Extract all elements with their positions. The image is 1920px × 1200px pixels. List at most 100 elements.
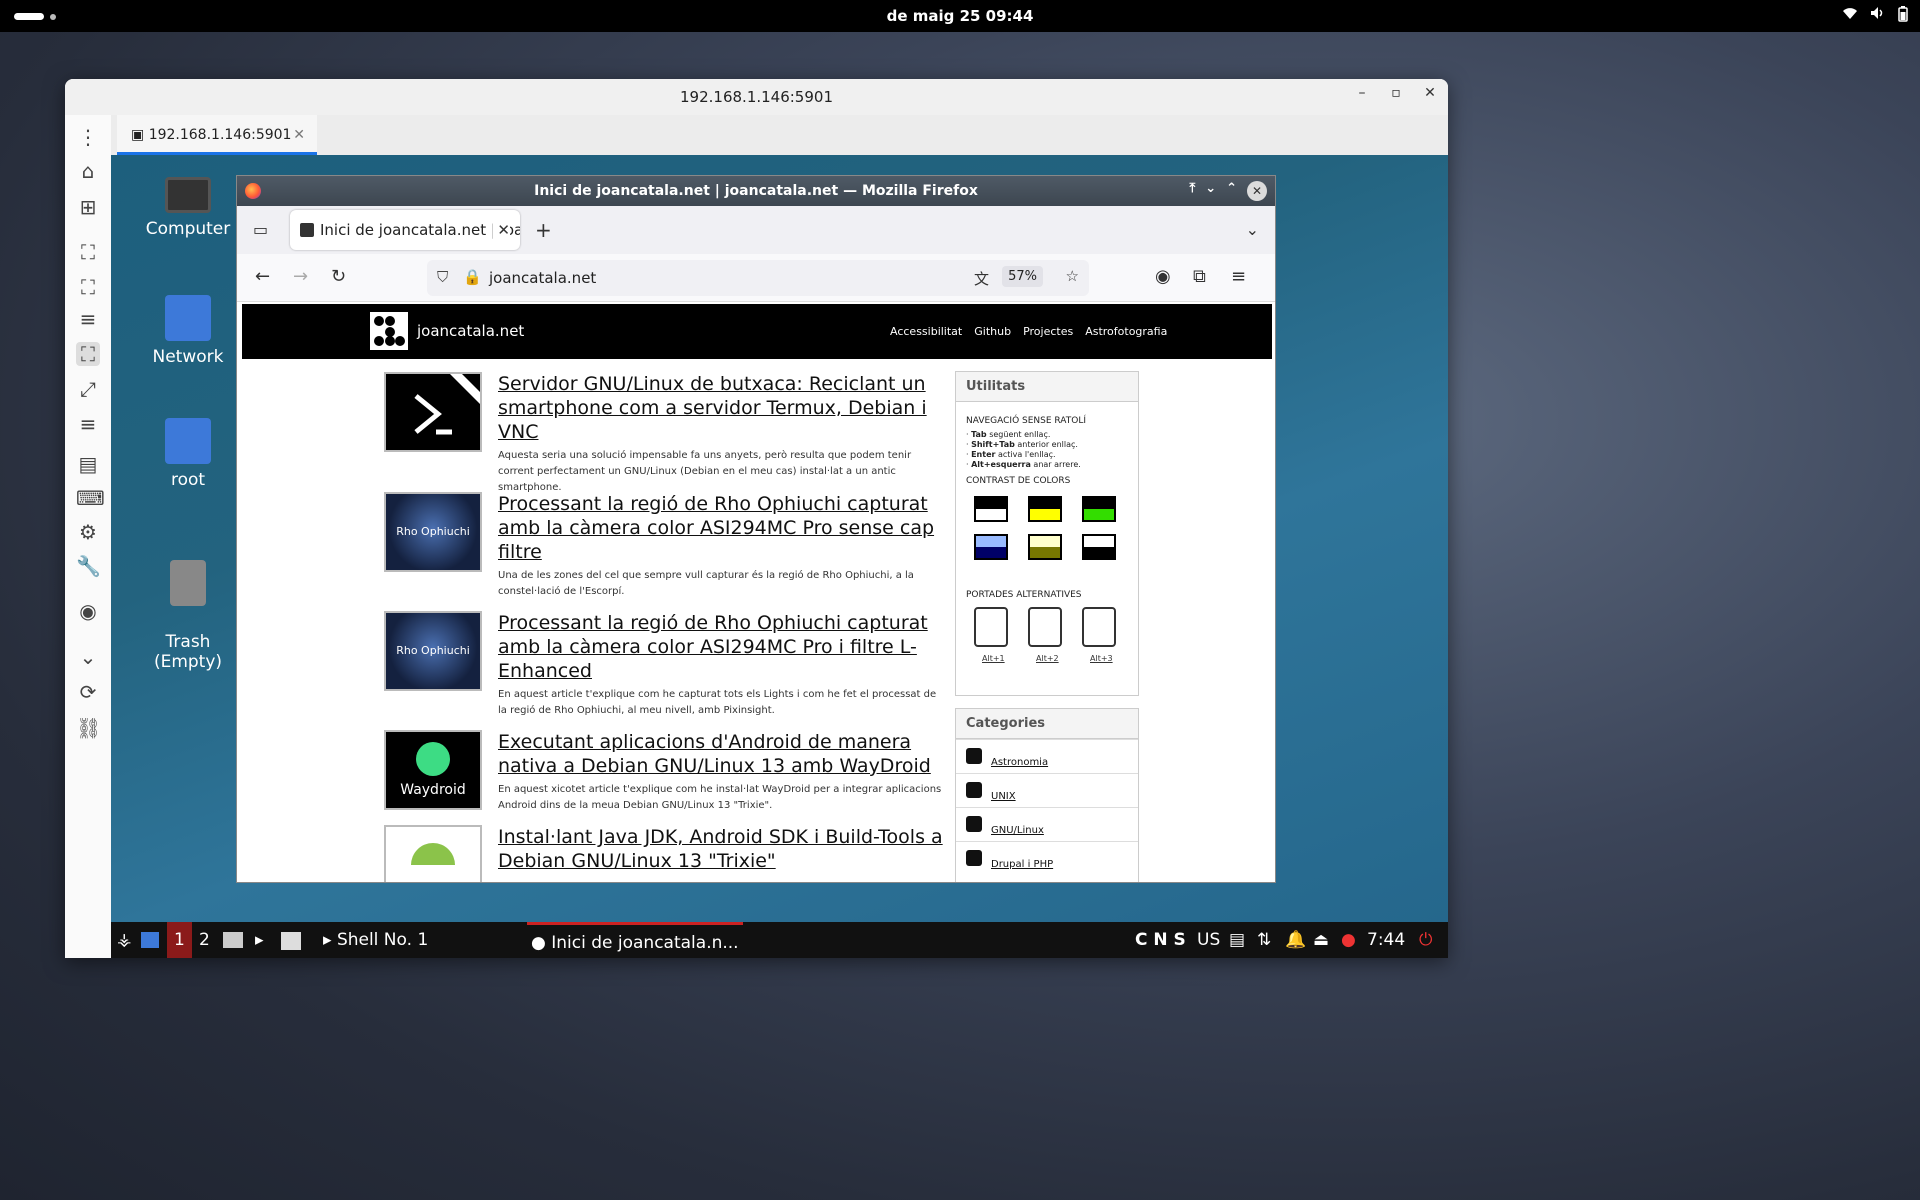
category-link[interactable]: GNU/Linux: [956, 807, 1138, 841]
rss-icon[interactable]: [966, 782, 982, 798]
refresh-icon[interactable]: ⟳: [76, 680, 100, 704]
shade-icon[interactable]: ⤒: [1189, 181, 1195, 201]
desktop-icon-computer[interactable]: Computer: [133, 177, 243, 239]
maximize-icon[interactable]: ▫: [1386, 85, 1406, 101]
screenshot-icon[interactable]: ◉: [76, 599, 100, 623]
desktop-icon-trash[interactable]: Trash (Empty): [133, 540, 243, 692]
category-link[interactable]: Drupal i PHP: [956, 841, 1138, 875]
new-connection-icon[interactable]: ⊞: [76, 195, 100, 219]
desktop-icon-network[interactable]: Network: [133, 295, 243, 367]
nav-link-github[interactable]: Github: [974, 325, 1011, 338]
whisker-menu-icon[interactable]: ⚶: [117, 930, 131, 950]
notifications-icon[interactable]: 🔔: [1285, 930, 1306, 950]
keyboard-layout-indicator[interactable]: US: [1197, 930, 1220, 950]
fit-window-icon[interactable]: ⛶: [76, 240, 100, 264]
rss-icon[interactable]: [966, 816, 982, 832]
post-thumbnail[interactable]: [384, 825, 482, 882]
category-link[interactable]: UNIX: [956, 773, 1138, 807]
site-name[interactable]: joancatala.net: [417, 322, 524, 340]
reload-icon[interactable]: ↻: [331, 266, 346, 287]
viewer-tab[interactable]: ▣ 192.168.1.146:5901 ✕: [117, 115, 317, 155]
text-editor-icon[interactable]: [281, 932, 301, 950]
post-title-link[interactable]: Servidor GNU/Linux de butxaca: Reciclant…: [498, 372, 948, 444]
home-icon[interactable]: ⌂: [76, 159, 100, 183]
alt-layout-link[interactable]: Alt+3: [1090, 654, 1113, 663]
maximize-icon[interactable]: ⌃: [1226, 181, 1237, 201]
window-icon[interactable]: ▤: [76, 452, 100, 476]
eject-icon[interactable]: ⏏: [1313, 930, 1329, 950]
account-icon[interactable]: ◉: [1155, 266, 1171, 287]
workspace-button-1[interactable]: 1: [167, 922, 192, 958]
zoom-indicator[interactable]: 57%: [1002, 266, 1043, 287]
bookmark-star-icon[interactable]: ☆: [1066, 267, 1079, 285]
minimize-icon[interactable]: ⌄: [1205, 181, 1216, 201]
taskbar-item-firefox[interactable]: ● Inici de joancatala.n...: [527, 922, 743, 958]
nav-link-astrofotografia[interactable]: Astrofotografia: [1085, 325, 1167, 338]
post-thumbnail[interactable]: Waydroid: [384, 730, 482, 810]
post-thumbnail[interactable]: Rho Ophiuchi: [384, 492, 482, 572]
translate-icon[interactable]: 文: [974, 268, 989, 289]
tab-groups-icon[interactable]: ▭: [253, 220, 268, 239]
desktop-icon-root[interactable]: root: [133, 418, 243, 490]
post-title-link[interactable]: Processant la regió de Rho Ophiuchi capt…: [498, 492, 948, 564]
close-icon[interactable]: ✕: [1247, 181, 1267, 201]
keyboard-icon[interactable]: ⌨: [76, 486, 105, 510]
clock[interactable]: de maig 25 09:44: [0, 7, 1920, 25]
remote-desktop[interactable]: Computer Network root Trash (Empty) Inic…: [111, 155, 1448, 958]
rss-icon[interactable]: [966, 748, 982, 764]
fullscreen-icon[interactable]: ⛶: [76, 275, 100, 299]
back-icon[interactable]: ←: [255, 266, 270, 287]
contrast-swatch[interactable]: [974, 496, 1008, 522]
viewer-titlebar[interactable]: 192.168.1.146:5901 – ▫ ✕: [65, 79, 1448, 115]
show-desktop-icon[interactable]: [141, 932, 159, 948]
site-logo-icon[interactable]: [370, 312, 408, 350]
resize-icon[interactable]: ⤢: [76, 377, 100, 401]
contrast-swatch[interactable]: [974, 534, 1008, 560]
chevron-down-icon[interactable]: ⌄: [76, 645, 100, 669]
forward-icon[interactable]: →: [293, 266, 308, 287]
list-layout-icon[interactable]: [974, 607, 1008, 647]
alt-layout-link[interactable]: Alt+1: [982, 654, 1005, 663]
post-title-link[interactable]: Instal·lant Java JDK, Android SDK i Buil…: [498, 825, 948, 873]
rss-icon[interactable]: [966, 850, 982, 866]
extensions-icon[interactable]: ⧉: [1193, 266, 1206, 287]
updates-alert-icon[interactable]: ●: [1341, 930, 1356, 950]
power-icon[interactable]: ⏻: [1419, 930, 1432, 950]
taskbar-item-shell[interactable]: ▸ Shell No. 1: [323, 930, 428, 950]
contrast-swatch[interactable]: [1082, 534, 1116, 560]
minimize-icon[interactable]: –: [1352, 85, 1372, 101]
system-tray[interactable]: [1842, 6, 1908, 26]
network-icon[interactable]: ⇅: [1257, 930, 1271, 950]
contrast-swatch[interactable]: [1028, 496, 1062, 522]
close-tab-icon[interactable]: ✕: [493, 221, 510, 239]
firefox-tab[interactable]: Inici de joancatala.net | joancatala.net…: [290, 210, 520, 250]
close-tab-icon[interactable]: ✕: [293, 127, 305, 143]
firefox-titlebar[interactable]: Inici de joancatala.net | joancatala.net…: [237, 176, 1275, 206]
file-manager-icon[interactable]: [223, 932, 243, 948]
post-title-link[interactable]: Executant aplicacions d'Android de maner…: [498, 730, 948, 778]
contrast-swatch[interactable]: [1028, 534, 1062, 560]
app-menu-icon[interactable]: ≡: [1231, 266, 1246, 287]
post-thumbnail[interactable]: [384, 372, 482, 452]
terminal-icon[interactable]: ▸: [255, 930, 264, 950]
settings-icon[interactable]: ⚙: [76, 520, 100, 544]
url-bar[interactable]: ⛉ 🔒 joancatala.net 文 57% ☆: [427, 260, 1089, 296]
nav-link-accessibilitat[interactable]: Accessibilitat: [890, 325, 962, 338]
panel-clock[interactable]: 7:44: [1367, 930, 1405, 950]
nav-link-projectes[interactable]: Projectes: [1023, 325, 1073, 338]
scaled-mode-icon[interactable]: ⛶: [76, 342, 100, 366]
alt-layout-link[interactable]: Alt+2: [1036, 654, 1059, 663]
new-tab-icon[interactable]: +: [535, 218, 552, 242]
close-icon[interactable]: ✕: [1420, 85, 1440, 101]
post-thumbnail[interactable]: Rho Ophiuchi: [384, 611, 482, 691]
grid-layout-icon[interactable]: [1028, 607, 1062, 647]
workspace-button-2[interactable]: 2: [199, 930, 210, 950]
clipboard-icon[interactable]: ▤: [1229, 930, 1245, 950]
disconnect-icon[interactable]: ⛓: [76, 716, 101, 740]
contrast-swatch[interactable]: [1082, 496, 1116, 522]
menu-dots-icon[interactable]: ⋮: [76, 125, 100, 149]
list-tabs-icon[interactable]: ⌄: [1246, 220, 1259, 239]
text-layout-icon[interactable]: [1082, 607, 1116, 647]
tools-icon[interactable]: 🔧: [76, 554, 101, 578]
post-title-link[interactable]: Processant la regió de Rho Ophiuchi capt…: [498, 611, 948, 683]
